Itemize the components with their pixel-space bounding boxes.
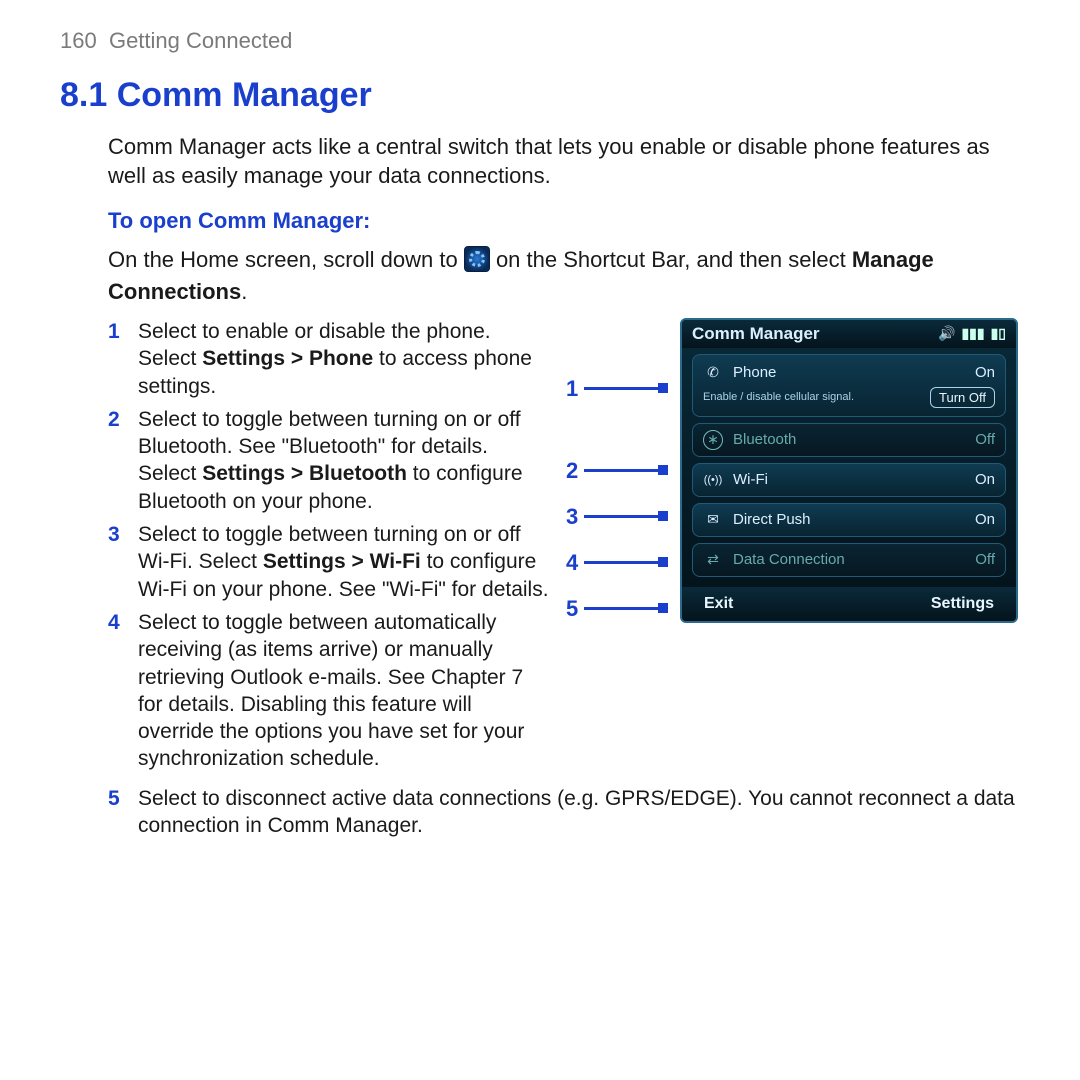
- callout-number: 1: [566, 376, 584, 402]
- list-item: 4 Select to toggle between automatically…: [108, 609, 552, 773]
- battery-icon: ▮▮▮: [961, 325, 984, 342]
- row-bluetooth[interactable]: ∗Bluetooth Off: [692, 423, 1006, 457]
- open-instruction: On the Home screen, scroll down to on th…: [108, 244, 1020, 308]
- row-phone-sublabel: Enable / disable cellular signal.: [703, 391, 854, 403]
- page-number: 160: [60, 28, 97, 53]
- callout-number: 5: [566, 596, 584, 622]
- row-phone[interactable]: ✆ Phone On Enable / disable cellular sig…: [692, 354, 1006, 417]
- section-title: 8.1 Comm Manager: [60, 76, 1020, 115]
- wifi-icon: ((•)): [703, 470, 723, 490]
- gear-icon: [464, 246, 490, 272]
- softkey-exit[interactable]: Exit: [704, 595, 733, 613]
- list-item: 5 Select to disconnect active data conne…: [108, 785, 1020, 840]
- row-wifi[interactable]: ((•))Wi-Fi On: [692, 463, 1006, 497]
- phone-icon: ✆: [703, 363, 723, 383]
- softkey-settings[interactable]: Settings: [931, 595, 994, 613]
- list-item: 3 Select to toggle between turning on or…: [108, 521, 552, 603]
- running-header: 160 Getting Connected: [60, 28, 1020, 54]
- callout-number: 2: [566, 458, 584, 484]
- status-bar: 🔊 ▮▮▮ ▮▯: [938, 325, 1006, 342]
- chapter-name: Getting Connected: [109, 28, 292, 53]
- turn-off-button[interactable]: Turn Off: [930, 387, 995, 408]
- sub-heading: To open Comm Manager:: [108, 208, 1020, 234]
- signal-icon: ▮▯: [991, 325, 1006, 342]
- callout-number: 4: [566, 550, 584, 576]
- bluetooth-icon: ∗: [703, 430, 723, 450]
- screen-title: Comm Manager: [692, 324, 820, 344]
- row-data-connection[interactable]: ⇄Data Connection Off: [692, 543, 1006, 577]
- mail-icon: ✉: [703, 510, 723, 530]
- list-item: 2 Select to toggle between turning on or…: [108, 406, 552, 515]
- intro-paragraph: Comm Manager acts like a central switch …: [108, 133, 1020, 190]
- row-direct-push[interactable]: ✉Direct Push On: [692, 503, 1006, 537]
- callout-number: 3: [566, 504, 584, 530]
- list-item: 1 Select to enable or disable the phone.…: [108, 318, 552, 400]
- sound-icon: 🔊: [938, 325, 955, 342]
- data-icon: ⇄: [703, 550, 723, 570]
- screenshot-comm-manager: Comm Manager 🔊 ▮▮▮ ▮▯ ✆ Phone On: [680, 318, 1018, 623]
